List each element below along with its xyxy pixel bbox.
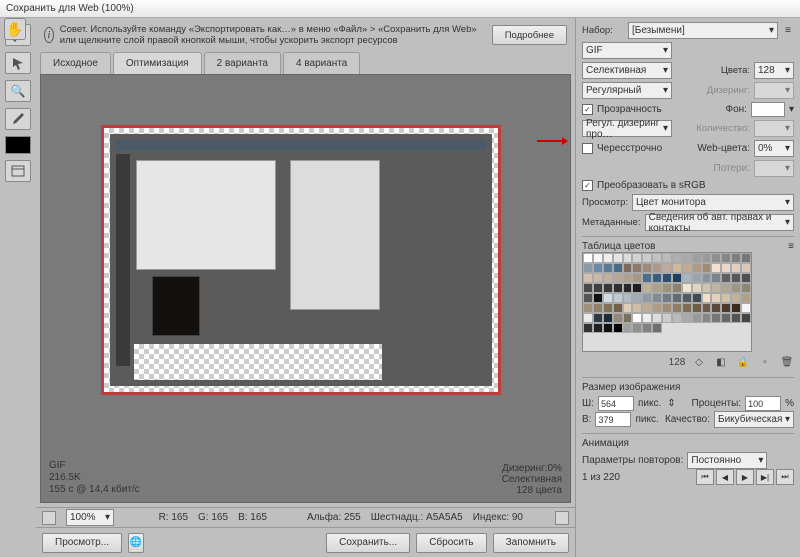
trans-amount: ▾ — [754, 120, 794, 137]
percent-input[interactable] — [745, 396, 781, 411]
preset-select[interactable]: [Безымени]▾ — [628, 22, 778, 39]
tab-4up[interactable]: 4 варианта — [283, 52, 360, 74]
palette-count: 128 — [670, 355, 684, 369]
color-box — [42, 511, 56, 525]
height-input[interactable] — [595, 412, 631, 427]
lossy-select: ▾ — [754, 160, 794, 177]
annotation-arrow — [537, 140, 567, 142]
link-icon[interactable]: ⇕ — [665, 398, 677, 409]
lock-color-icon[interactable]: 🔒 — [736, 355, 750, 369]
format-select[interactable]: GIF▾ — [582, 42, 672, 59]
transparency-label: Прозрачность — [597, 104, 662, 115]
slice-select-tool[interactable] — [5, 52, 31, 74]
colortable-menu-icon[interactable]: ≡ — [788, 241, 794, 252]
zoom-tool[interactable]: 🔍 — [5, 80, 31, 102]
preview-area[interactable]: GIF216.5K155 с @ 14,4 кбит/с Дизеринг:0%… — [40, 74, 571, 503]
eyedropper-tool[interactable] — [5, 108, 31, 130]
tab-optimized[interactable]: Оптимизация — [113, 52, 202, 74]
preview-info-left: GIF216.5K155 с @ 14,4 кбит/с — [49, 460, 140, 496]
srgb-check[interactable]: ✓ — [582, 180, 593, 191]
width-input[interactable] — [598, 396, 634, 411]
interlaced-check[interactable] — [582, 143, 593, 154]
map-transparent-icon[interactable]: ◇ — [692, 355, 706, 369]
tip-text: Совет. Используйте команду «Экспортирова… — [60, 24, 480, 46]
reduction-select[interactable]: Селективная▾ — [582, 62, 672, 79]
preset-label: Набор: — [582, 25, 624, 36]
colortable-label: Таблица цветов — [582, 241, 656, 252]
browser-preview[interactable]: 🌐 — [128, 533, 144, 553]
colors-select[interactable]: 128▾ — [754, 62, 794, 79]
play-button[interactable]: ▶ — [736, 469, 754, 485]
animation-label: Анимация — [582, 438, 629, 449]
prev-frame-button[interactable]: ◀ — [716, 469, 734, 485]
loop-select[interactable]: Постоянно▾ — [687, 452, 767, 469]
toggle-slices[interactable] — [5, 160, 31, 182]
trans-dither-select[interactable]: Регул. дизеринг про…▾ — [582, 120, 672, 137]
zoom-select[interactable]: 100%▾ — [66, 509, 114, 526]
next-frame-button[interactable]: ▶| — [756, 469, 774, 485]
last-frame-button[interactable]: ⏭ — [776, 469, 794, 485]
preview-info-right: Дизеринг:0%Селективная128 цвета — [502, 463, 562, 496]
image-size-label: Размер изображения — [582, 382, 680, 393]
first-frame-button[interactable]: ⏮ — [696, 469, 714, 485]
hand-tool[interactable]: ✋ — [4, 18, 26, 40]
menu-icon[interactable]: ≡ — [782, 25, 794, 36]
frame-position: 1 из 220 — [582, 472, 620, 483]
metadata-select[interactable]: Сведения об авт. правах и контакты▾ — [645, 214, 794, 231]
delete-color-icon[interactable]: 🗑 — [780, 355, 794, 369]
reset-button[interactable]: Сбросить — [416, 533, 486, 553]
preview-select[interactable]: Цвет монитора▾ — [632, 194, 794, 211]
dither-select[interactable]: Регулярный▾ — [582, 82, 672, 99]
foreground-swatch[interactable] — [5, 136, 31, 154]
websnap-select[interactable]: 0%▾ — [754, 140, 794, 157]
tab-2up[interactable]: 2 варианта — [204, 52, 281, 74]
tab-original[interactable]: Исходное — [40, 52, 111, 74]
shift-websafe-icon[interactable]: ◧ — [714, 355, 728, 369]
remember-button[interactable]: Запомнить — [493, 533, 569, 553]
transparency-check[interactable]: ✓ — [582, 104, 593, 115]
window-title: Сохранить для Web (100%) — [6, 3, 134, 14]
info-icon: i — [44, 27, 54, 43]
quality-select[interactable]: Бикубическая▾ — [714, 411, 794, 428]
color-table[interactable] — [582, 252, 752, 352]
color-box2 — [555, 511, 569, 525]
status-bar: 100%▾ R: 165G: 165B: 165 Альфа: 255Шестн… — [36, 507, 575, 527]
dither-amount: ▾ — [754, 82, 794, 99]
new-color-icon[interactable]: ▫ — [758, 355, 772, 369]
matte-color[interactable] — [751, 102, 785, 117]
preview-button[interactable]: Просмотр... — [42, 533, 122, 553]
save-button[interactable]: Сохранить... — [326, 533, 410, 553]
more-button[interactable]: Подробнее — [492, 25, 567, 45]
